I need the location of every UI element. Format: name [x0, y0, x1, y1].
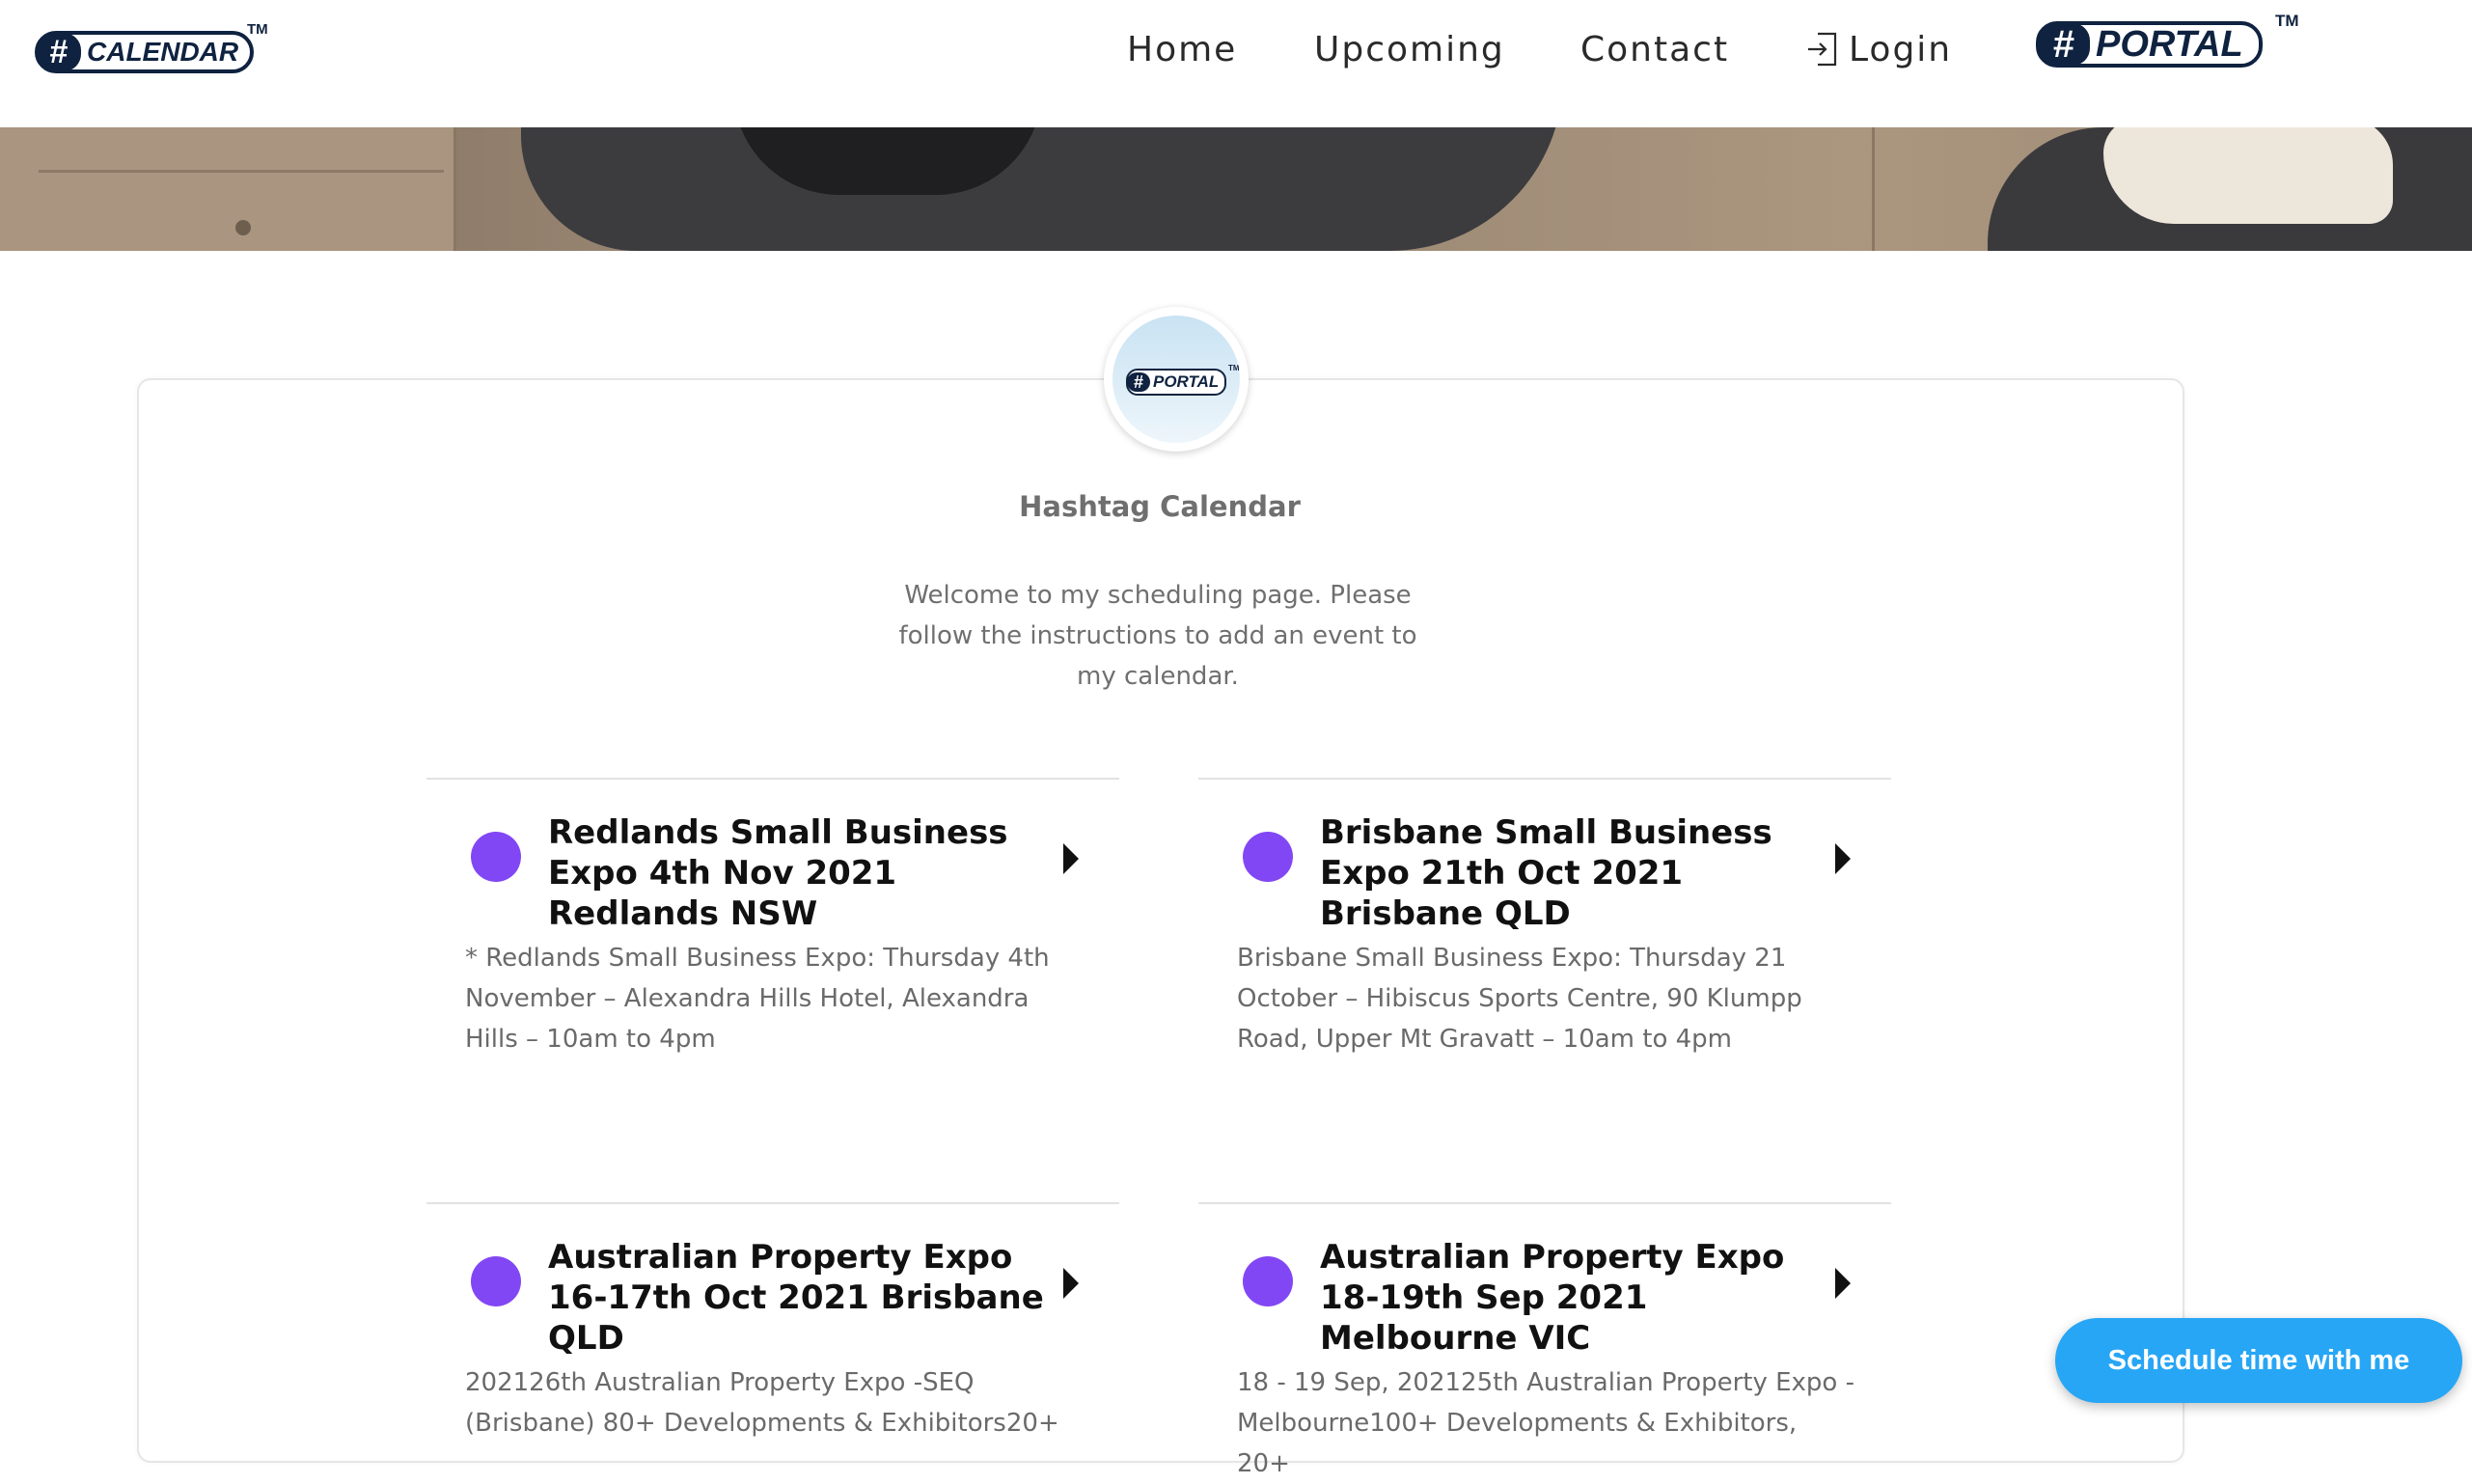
portal-logo-text: PORTAL	[2096, 23, 2243, 65]
event-color-dot	[471, 1256, 521, 1306]
portal-trademark: TM	[2275, 12, 2299, 30]
avatar-logo-text: PORTAL	[1153, 372, 1220, 391]
logo-trademark: TM	[247, 21, 268, 38]
schedule-time-button[interactable]: Schedule time with me	[2055, 1318, 2462, 1403]
event-description: 18 - 19 Sep, 202125th Australian Propert…	[1237, 1368, 1854, 1478]
event-color-dot	[471, 832, 521, 882]
hero-drawer-knob	[235, 220, 251, 235]
nav-contact[interactable]: Contact	[1580, 21, 1729, 77]
caret-right-icon[interactable]	[1063, 1268, 1079, 1299]
caret-right-icon[interactable]	[1835, 1268, 1851, 1299]
event-description: 202126th Australian Property Expo -SEQ (…	[465, 1368, 1059, 1438]
event-divider	[426, 1202, 1119, 1204]
event-color-dot	[1243, 1256, 1293, 1306]
event-divider	[1198, 1202, 1891, 1204]
event-description: * Redlands Small Business Expo: Thursday…	[465, 944, 1050, 1054]
hero-sheepskin	[2103, 127, 2393, 224]
portal-logo[interactable]: # PORTAL	[2036, 21, 2263, 68]
caret-right-icon[interactable]	[1835, 843, 1851, 874]
site-header: # CALENDAR TM Home Upcoming Contact Logi…	[0, 0, 2472, 127]
event-title[interactable]: Australian Property Expo 18-19th Sep 202…	[1320, 1237, 1822, 1359]
hero-banner-image	[0, 127, 2472, 251]
avatar-trademark: TM	[1228, 364, 1240, 372]
event-description: Brisbane Small Business Expo: Thursday 2…	[1237, 944, 1802, 1054]
event-color-dot	[1243, 832, 1293, 882]
avatar-image: # PORTAL TM	[1112, 316, 1240, 443]
avatar-logo-hash: #	[1127, 372, 1150, 392]
hero-wall-panel	[1872, 127, 1875, 251]
event-title[interactable]: Redlands Small Business Expo 4th Nov 202…	[548, 812, 1050, 934]
calendar-logo[interactable]: # CALENDAR	[35, 31, 255, 73]
portal-logo-hash: #	[2038, 23, 2090, 66]
event-title[interactable]: Australian Property Expo 16-17th Oct 202…	[548, 1237, 1050, 1359]
scheduling-card	[137, 378, 2184, 1463]
nav-upcoming[interactable]: Upcoming	[1314, 21, 1505, 77]
profile-name: Hashtag Calendar	[1019, 490, 1301, 523]
welcome-message: Welcome to my scheduling page. Please fo…	[898, 581, 1417, 691]
hero-drawer-line	[39, 170, 444, 173]
logo-hash: #	[37, 33, 81, 71]
nav-home[interactable]: Home	[1127, 21, 1237, 77]
login-icon	[1808, 32, 1837, 67]
event-divider	[426, 778, 1119, 780]
nav-login[interactable]: Login	[1806, 21, 1952, 77]
nav-login-label: Login	[1849, 29, 1953, 69]
event-title[interactable]: Brisbane Small Business Expo 21th Oct 20…	[1320, 812, 1822, 934]
avatar-portal-logo: # PORTAL	[1126, 369, 1227, 396]
profile-avatar: # PORTAL TM	[1104, 307, 1249, 452]
hero-chair	[521, 127, 1563, 251]
logo-text: CALENDAR	[87, 37, 239, 67]
caret-right-icon[interactable]	[1063, 843, 1079, 874]
event-divider	[1198, 778, 1891, 780]
hero-cabinet	[0, 127, 456, 251]
